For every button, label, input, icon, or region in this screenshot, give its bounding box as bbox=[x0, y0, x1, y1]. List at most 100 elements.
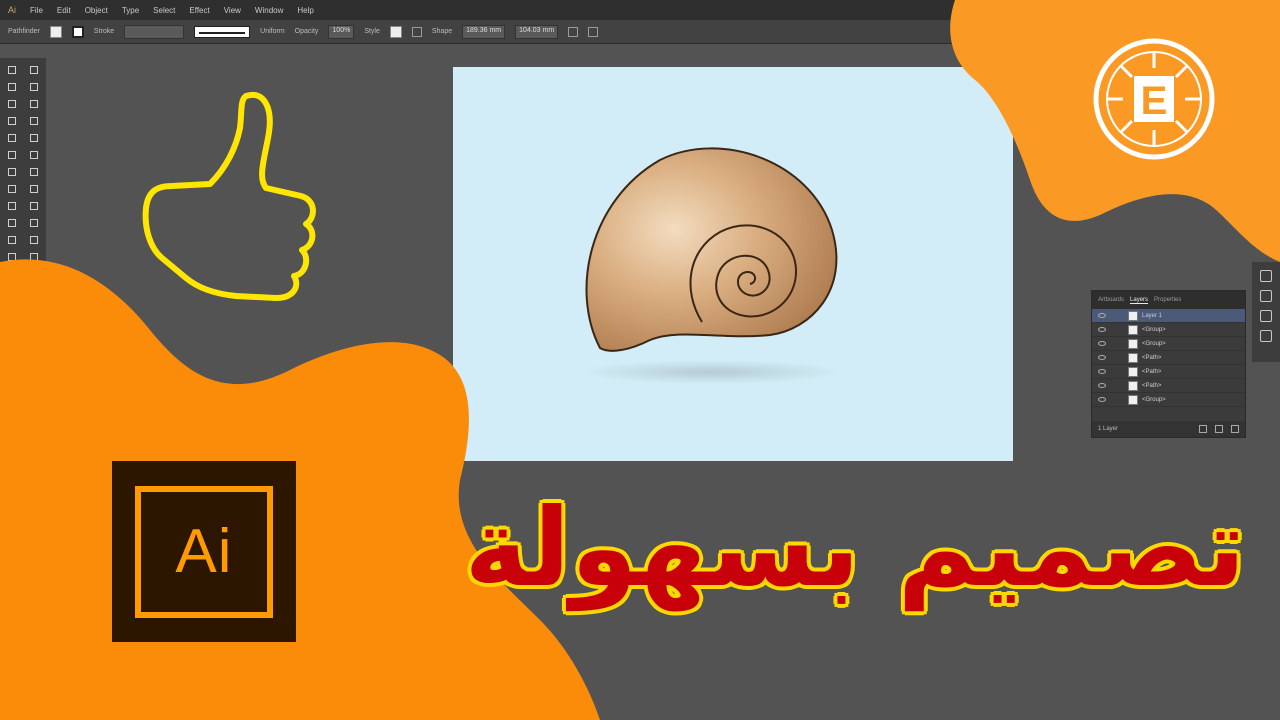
direct-selection-tool-icon[interactable] bbox=[25, 62, 43, 77]
shape-builder-tool-icon[interactable] bbox=[3, 198, 21, 213]
selection-tool-icon[interactable] bbox=[3, 62, 21, 77]
brand-emblem-icon: E bbox=[1093, 38, 1215, 160]
uniform-label[interactable]: Uniform bbox=[260, 28, 285, 35]
visibility-eye-icon[interactable] bbox=[1098, 313, 1106, 318]
layer-row[interactable]: Layer 1 bbox=[1092, 309, 1245, 323]
illustrator-logo: Ai bbox=[112, 461, 296, 642]
headline-text: تصميم بسهولة bbox=[464, 485, 1246, 611]
scale-tool-icon[interactable] bbox=[25, 164, 43, 179]
layers-panel: Artboards Layers Properties Layer 1 <Gro… bbox=[1091, 290, 1246, 438]
layer-row[interactable]: <Group> bbox=[1092, 393, 1245, 407]
width-tool-icon[interactable] bbox=[3, 181, 21, 196]
headline: تصميم بسهولة bbox=[464, 468, 1245, 628]
menu-window[interactable]: Window bbox=[255, 6, 283, 15]
properties-dock-icon[interactable] bbox=[1260, 270, 1272, 282]
recolor-icon[interactable] bbox=[411, 26, 422, 37]
layer-name[interactable]: <Group> bbox=[1142, 327, 1166, 333]
layer-thumbnail bbox=[1128, 394, 1138, 405]
visibility-eye-icon[interactable] bbox=[1098, 397, 1106, 402]
layer-thumbnail bbox=[1128, 352, 1138, 363]
layer-thumbnail bbox=[1128, 380, 1138, 391]
layer-row[interactable]: <Path> bbox=[1092, 351, 1245, 365]
nautilus-shell-illustration[interactable] bbox=[570, 140, 850, 390]
new-sublayer-icon[interactable] bbox=[1199, 425, 1207, 433]
layer-row[interactable]: <Path> bbox=[1092, 379, 1245, 393]
fill-swatch[interactable] bbox=[49, 25, 62, 38]
menu-effect[interactable]: Effect bbox=[189, 6, 209, 15]
paintbrush-tool-icon[interactable] bbox=[25, 130, 43, 145]
menu-help[interactable]: Help bbox=[297, 6, 313, 15]
layer-name[interactable]: <Group> bbox=[1142, 397, 1166, 403]
app-badge: Ai bbox=[8, 5, 17, 15]
menu-view[interactable]: View bbox=[224, 6, 241, 15]
layer-name[interactable]: <Path> bbox=[1142, 355, 1161, 361]
selection-label: Pathfinder bbox=[8, 28, 40, 35]
style-swatch[interactable] bbox=[389, 25, 402, 38]
visibility-eye-icon[interactable] bbox=[1098, 383, 1106, 388]
style-label: Style bbox=[364, 28, 380, 35]
perspective-grid-tool-icon[interactable] bbox=[25, 198, 43, 213]
visibility-eye-icon[interactable] bbox=[1098, 327, 1106, 332]
column-graph-tool-icon[interactable] bbox=[25, 249, 43, 264]
illustrator-logo-frame: Ai bbox=[135, 485, 273, 618]
opacity-label: Opacity bbox=[294, 28, 319, 35]
rotate-tool-icon[interactable] bbox=[3, 164, 21, 179]
free-transform-tool-icon[interactable] bbox=[25, 181, 43, 196]
layer-name[interactable]: Layer 1 bbox=[1142, 313, 1162, 319]
illustrator-logo-text: Ai bbox=[175, 517, 233, 586]
menu-select[interactable]: Select bbox=[153, 6, 175, 15]
libraries-dock-icon[interactable] bbox=[1260, 290, 1272, 302]
height-field[interactable]: 104.03 mm bbox=[515, 24, 559, 39]
eyedropper-tool-icon[interactable] bbox=[3, 232, 21, 247]
layer-thumbnail bbox=[1128, 338, 1138, 349]
layer-row[interactable]: <Path> bbox=[1092, 365, 1245, 379]
blend-tool-icon[interactable] bbox=[25, 232, 43, 247]
stroke-weight-field[interactable] bbox=[124, 24, 185, 39]
layer-thumbnail bbox=[1128, 366, 1138, 377]
transform-icon[interactable] bbox=[568, 26, 579, 37]
layer-row[interactable]: <Group> bbox=[1092, 337, 1245, 351]
pencil-tool-icon[interactable] bbox=[3, 147, 21, 162]
layer-thumbnail bbox=[1128, 324, 1138, 335]
tab-artboards[interactable]: Artboards bbox=[1098, 297, 1124, 303]
width-field[interactable]: 189.36 mm bbox=[462, 24, 506, 39]
right-dock bbox=[1252, 262, 1280, 362]
delete-layer-icon[interactable] bbox=[1231, 425, 1239, 433]
menu-type[interactable]: Type bbox=[122, 6, 139, 15]
line-tool-icon[interactable] bbox=[25, 113, 43, 128]
brand-emblem-letter: E bbox=[1141, 79, 1168, 123]
appearance-dock-icon[interactable] bbox=[1260, 310, 1272, 322]
visibility-eye-icon[interactable] bbox=[1098, 341, 1106, 346]
menu-bar: Ai File Edit Object Type Select Effect V… bbox=[0, 0, 1280, 20]
visibility-eye-icon[interactable] bbox=[1098, 355, 1106, 360]
menu-edit[interactable]: Edit bbox=[57, 6, 71, 15]
type-tool-icon[interactable] bbox=[3, 113, 21, 128]
curvature-tool-icon[interactable] bbox=[25, 96, 43, 111]
symbol-sprayer-tool-icon[interactable] bbox=[3, 249, 21, 264]
lasso-tool-icon[interactable] bbox=[25, 79, 43, 94]
magic-wand-tool-icon[interactable] bbox=[3, 79, 21, 94]
rectangle-tool-icon[interactable] bbox=[3, 130, 21, 145]
eraser-tool-icon[interactable] bbox=[25, 147, 43, 162]
layers-panel-tabs: Artboards Layers Properties bbox=[1092, 291, 1245, 309]
layer-name[interactable]: <Path> bbox=[1142, 369, 1161, 375]
layer-name[interactable]: <Path> bbox=[1142, 383, 1161, 389]
pen-tool-icon[interactable] bbox=[3, 96, 21, 111]
opacity-field[interactable]: 100% bbox=[328, 24, 355, 39]
gradient-tool-icon[interactable] bbox=[25, 215, 43, 230]
menu-object[interactable]: Object bbox=[85, 6, 108, 15]
visibility-eye-icon[interactable] bbox=[1098, 369, 1106, 374]
menu-file[interactable]: File bbox=[30, 6, 43, 15]
new-layer-icon[interactable] bbox=[1215, 425, 1223, 433]
layers-dock-icon[interactable] bbox=[1260, 330, 1272, 342]
layer-row[interactable]: <Group> bbox=[1092, 323, 1245, 337]
stroke-label[interactable]: Stroke bbox=[94, 28, 114, 35]
stroke-profile-preview[interactable] bbox=[194, 25, 251, 38]
layer-name[interactable]: <Group> bbox=[1142, 341, 1166, 347]
stroke-swatch[interactable] bbox=[71, 25, 84, 38]
tab-properties[interactable]: Properties bbox=[1154, 297, 1181, 303]
align-icon[interactable] bbox=[588, 26, 599, 37]
layers-panel-footer: 1 Layer bbox=[1092, 421, 1245, 437]
tab-layers[interactable]: Layers bbox=[1130, 297, 1149, 304]
mesh-tool-icon[interactable] bbox=[3, 215, 21, 230]
